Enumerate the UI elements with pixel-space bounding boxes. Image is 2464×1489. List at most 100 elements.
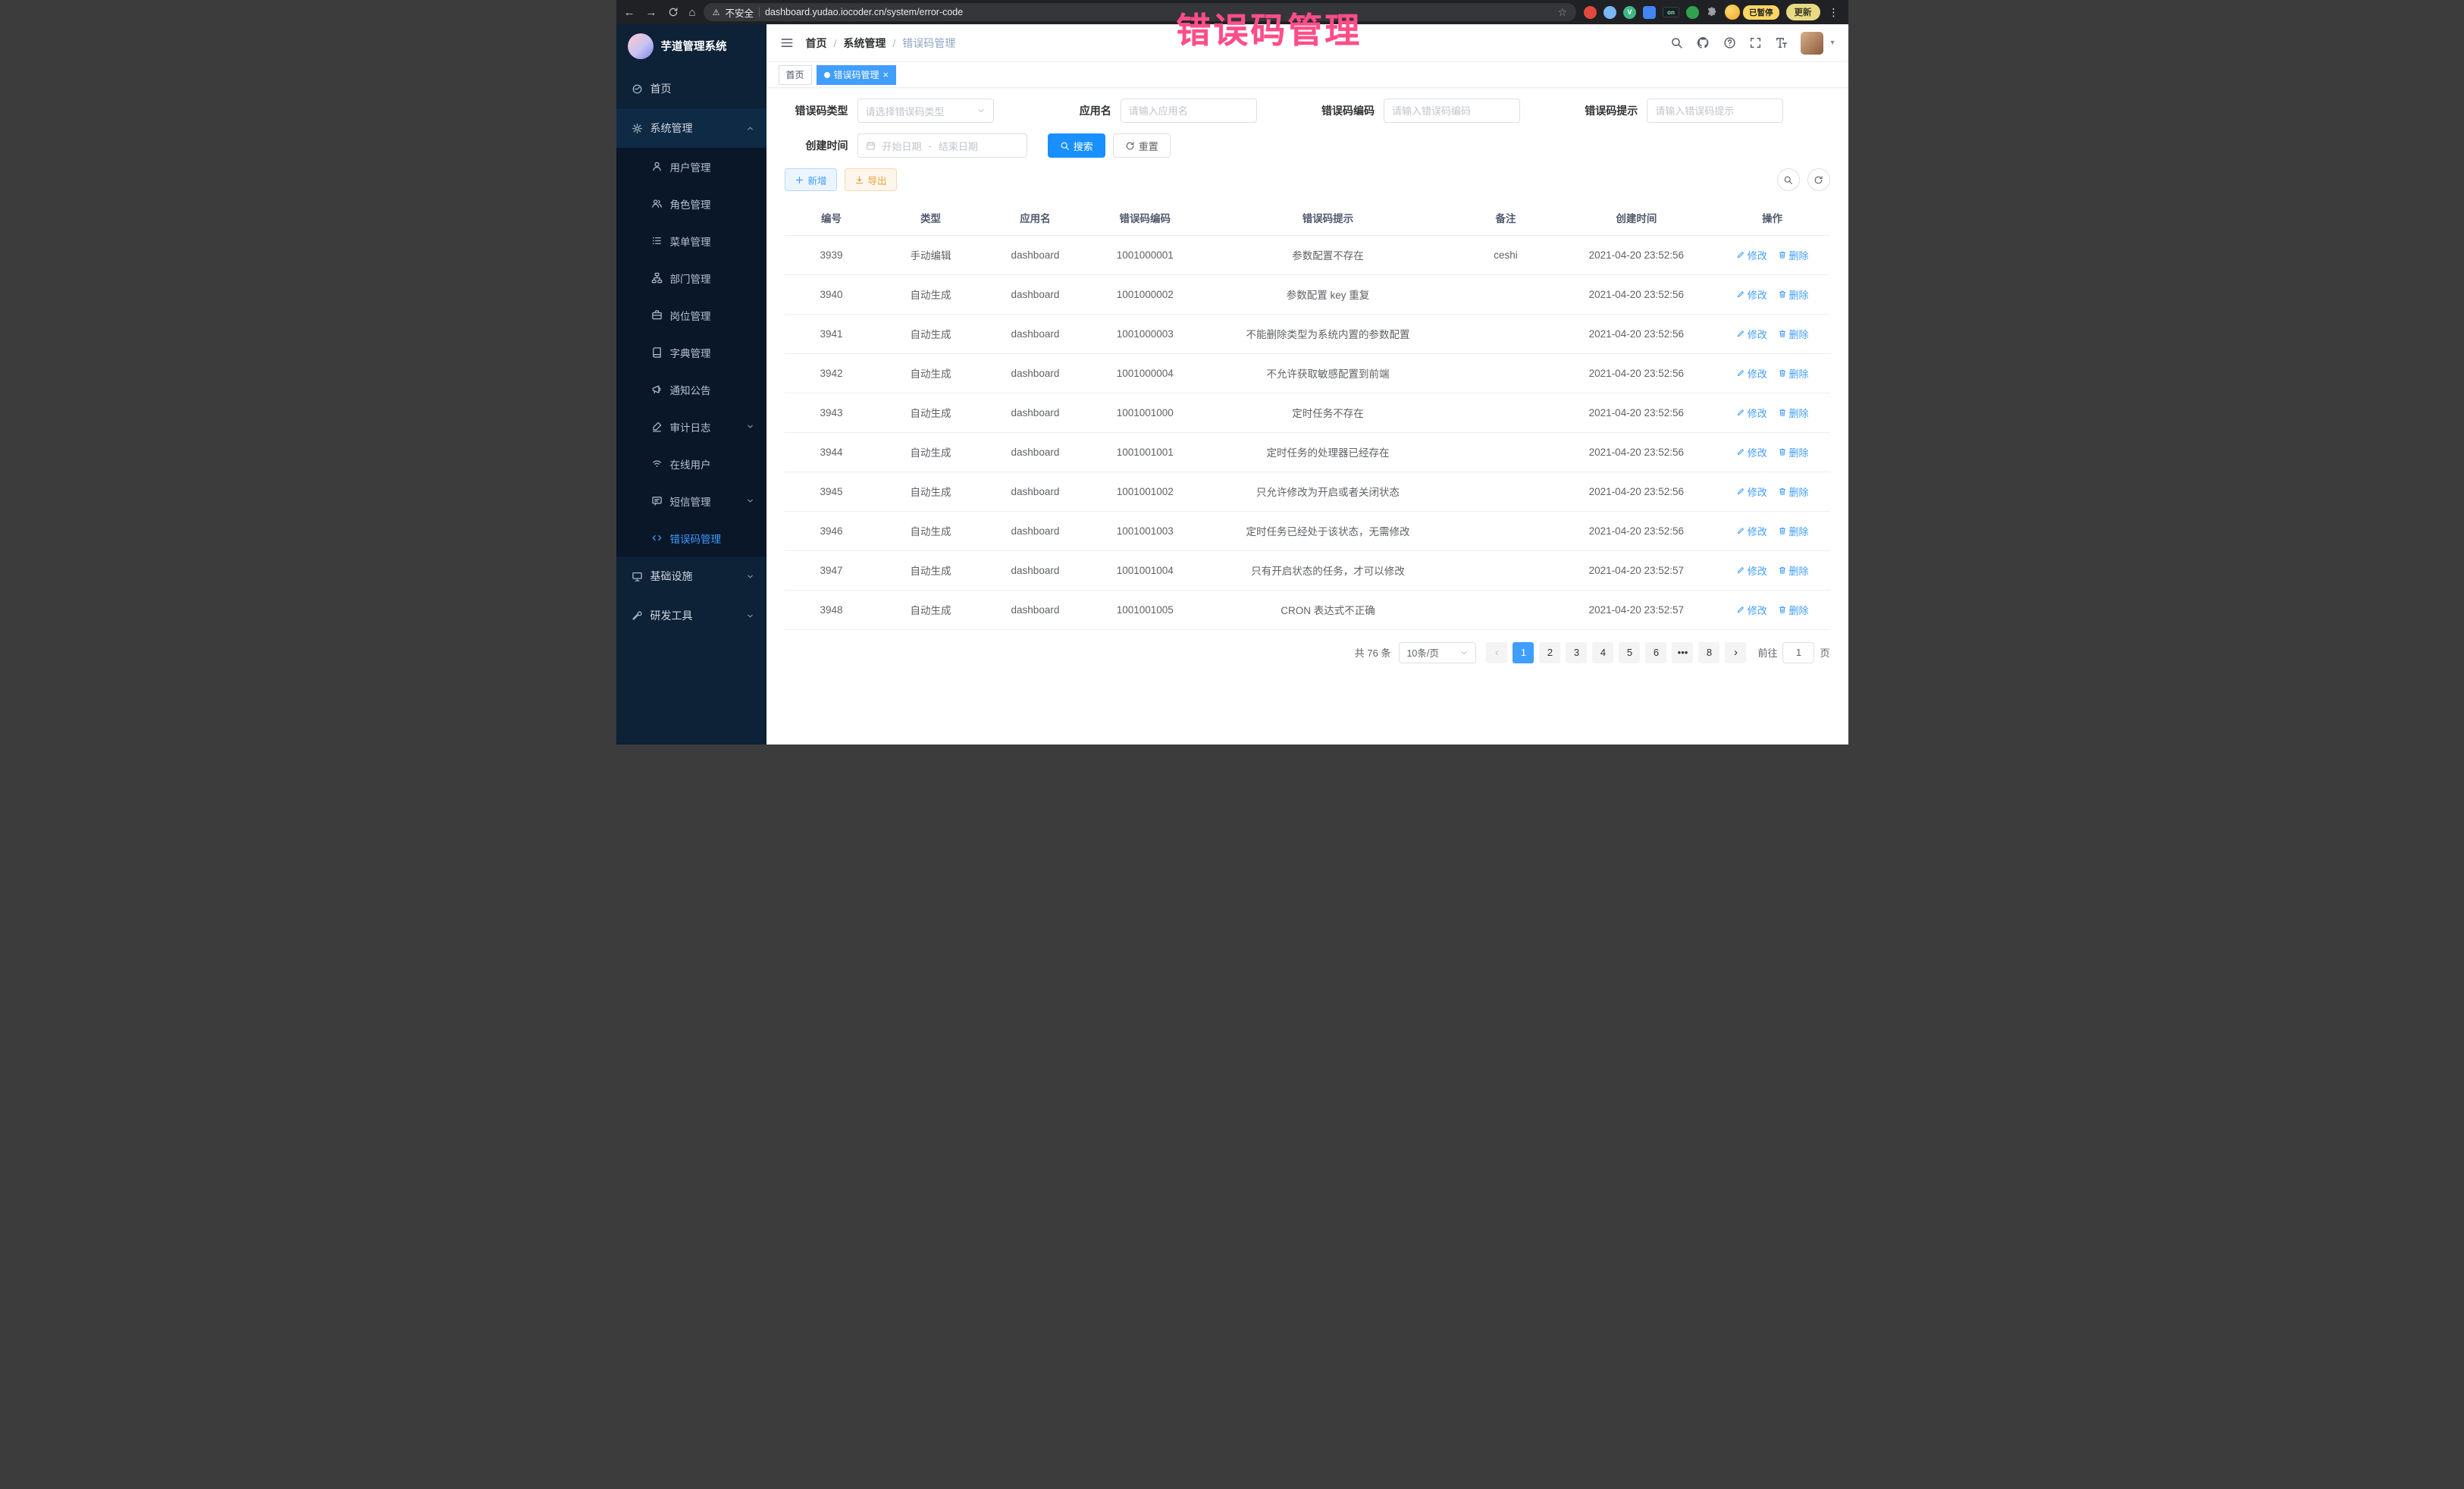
app-name-input[interactable] [1121, 99, 1257, 123]
page-button[interactable]: ••• [1672, 642, 1693, 663]
refresh-table-button[interactable] [1807, 168, 1830, 191]
chrome-menu-icon[interactable]: ⋮ [1827, 6, 1841, 19]
delete-link[interactable]: 删除 [1778, 366, 1809, 381]
error-code-input[interactable] [1384, 99, 1520, 123]
sidebar-subitem[interactable]: 角色管理 [616, 185, 766, 222]
export-button[interactable]: 导出 [845, 168, 897, 191]
delete-link[interactable]: 删除 [1778, 248, 1809, 262]
menu-item-icon [632, 571, 643, 582]
chrome-update-button[interactable]: 更新 [1786, 4, 1820, 20]
app-logo[interactable]: 芋道管理系统 [616, 24, 766, 67]
page-button[interactable]: 2 [1539, 642, 1560, 663]
error-type-select[interactable]: 请选择错误码类型 [857, 99, 994, 123]
delete-link[interactable]: 删除 [1778, 327, 1809, 341]
extension-blue-icon[interactable] [1603, 6, 1616, 19]
delete-link[interactable]: 删除 [1778, 563, 1809, 578]
sidebar-toggle-icon[interactable] [780, 37, 794, 49]
sidebar-subitem[interactable]: 用户管理 [616, 148, 766, 185]
edit-link[interactable]: 修改 [1736, 248, 1767, 262]
toggle-search-button[interactable] [1777, 168, 1800, 191]
reload-icon[interactable] [668, 7, 679, 17]
extension-red-icon[interactable] [1584, 6, 1597, 19]
back-icon[interactable]: ← [624, 7, 635, 18]
edit-link[interactable]: 修改 [1736, 603, 1767, 617]
add-button[interactable]: 新增 [785, 168, 837, 191]
edit-link[interactable]: 修改 [1736, 445, 1767, 459]
extension-green-icon[interactable] [1686, 6, 1699, 19]
filter-label: 应用名 [1048, 103, 1111, 118]
date-range-picker[interactable]: 开始日期 - 结束日期 [857, 133, 1027, 158]
github-icon[interactable] [1696, 36, 1710, 50]
home-icon[interactable]: ⌂ [689, 7, 696, 18]
tags-view-bar: 首页 × 错误码管理 × [766, 62, 1848, 88]
edit-link[interactable]: 修改 [1736, 484, 1767, 499]
extensions-puzzle-icon[interactable] [1706, 6, 1718, 18]
sidebar-subitem[interactable]: 错误码管理 [616, 519, 766, 556]
sidebar-subitem[interactable]: 岗位管理 [616, 296, 766, 334]
edit-link[interactable]: 修改 [1736, 327, 1767, 341]
breadcrumb-item[interactable]: 系统管理 / [843, 36, 902, 51]
delete-link[interactable]: 删除 [1778, 603, 1809, 617]
sidebar-group-system-header[interactable]: 系统管理 [616, 108, 766, 148]
profile-chip[interactable]: 已暂停 [1725, 5, 1779, 20]
cell-created-at: 2021-04-20 23:52:57 [1558, 590, 1715, 629]
tab[interactable]: 首页 × [779, 65, 812, 85]
address-bar[interactable]: ⚠ 不安全 dashboard.yudao.iocoder.cn/system/… [704, 3, 1576, 21]
delete-link[interactable]: 删除 [1778, 445, 1809, 459]
page-button[interactable]: 8 [1698, 642, 1719, 663]
sidebar-group-header[interactable]: 基础设施 [616, 556, 766, 596]
extension-grid-icon[interactable] [1643, 6, 1656, 19]
sidebar-subitem[interactable]: 在线用户 [616, 445, 766, 482]
delete-link[interactable]: 删除 [1778, 287, 1809, 302]
user-avatar[interactable] [1801, 32, 1823, 55]
search-button[interactable]: 搜索 [1048, 133, 1105, 158]
reset-button[interactable]: 重置 [1113, 133, 1171, 158]
column-header: 操作 [1715, 200, 1830, 235]
bookmark-star-icon[interactable]: ☆ [1557, 6, 1567, 19]
edit-link[interactable]: 修改 [1736, 366, 1767, 381]
page-size-select[interactable]: 10条/页 [1399, 642, 1476, 663]
breadcrumb-item[interactable]: 错误码管理 / [902, 36, 955, 51]
cell-created-at: 2021-04-20 23:52:57 [1558, 550, 1715, 590]
delete-link[interactable]: 删除 [1778, 484, 1809, 499]
help-icon[interactable] [1723, 36, 1736, 49]
forward-icon[interactable]: → [646, 7, 657, 18]
tab-close-icon[interactable]: × [883, 70, 889, 80]
font-size-icon[interactable] [1775, 36, 1788, 49]
page-button[interactable]: 3 [1566, 642, 1587, 663]
extension-vue-devtools-icon[interactable]: V [1623, 6, 1636, 19]
delete-link[interactable]: 删除 [1778, 406, 1809, 420]
sidebar-subitem[interactable]: 短信管理 [616, 482, 766, 519]
edit-link[interactable]: 修改 [1736, 406, 1767, 420]
delete-link[interactable]: 删除 [1778, 524, 1809, 538]
filter-error-message: 错误码提示 [1574, 99, 1829, 123]
page-button[interactable]: 5 [1619, 642, 1640, 663]
search-icon[interactable] [1670, 36, 1683, 49]
sidebar-subitem[interactable]: 通知公告 [616, 371, 766, 408]
chevron-down-icon [977, 106, 986, 115]
sidebar-subitem[interactable]: 菜单管理 [616, 222, 766, 259]
next-page-button[interactable]: › [1725, 642, 1746, 663]
edit-link[interactable]: 修改 [1736, 524, 1767, 538]
url-text: dashboard.yudao.iocoder.cn/system/error-… [765, 7, 1552, 17]
extension-on-badge[interactable]: on [1663, 7, 1679, 17]
page-button[interactable]: 4 [1592, 642, 1613, 663]
caret-down-icon[interactable]: ▾ [1830, 39, 1834, 47]
edit-link[interactable]: 修改 [1736, 287, 1767, 302]
search-button-label: 搜索 [1074, 139, 1093, 153]
sidebar-subitem[interactable]: 字典管理 [616, 334, 766, 371]
goto-page-input[interactable] [1782, 642, 1814, 663]
sidebar-group-header[interactable]: 研发工具 [616, 596, 766, 635]
breadcrumb-item[interactable]: 首页 / [806, 36, 844, 51]
error-message-input[interactable] [1647, 99, 1783, 123]
edit-link[interactable]: 修改 [1736, 563, 1767, 578]
sidebar-subitem[interactable]: 审计日志 [616, 408, 766, 445]
fullscreen-icon[interactable] [1749, 36, 1762, 49]
page-button[interactable]: 6 [1645, 642, 1666, 663]
sidebar-subitem[interactable]: 部门管理 [616, 259, 766, 296]
page-button[interactable]: 1 [1513, 642, 1534, 663]
sidebar-item-home[interactable]: 首页 [616, 69, 766, 108]
tab[interactable]: 错误码管理 × [817, 65, 897, 85]
prev-page-button[interactable]: ‹ [1486, 642, 1507, 663]
cell-error-code: 1001001003 [1087, 511, 1202, 550]
